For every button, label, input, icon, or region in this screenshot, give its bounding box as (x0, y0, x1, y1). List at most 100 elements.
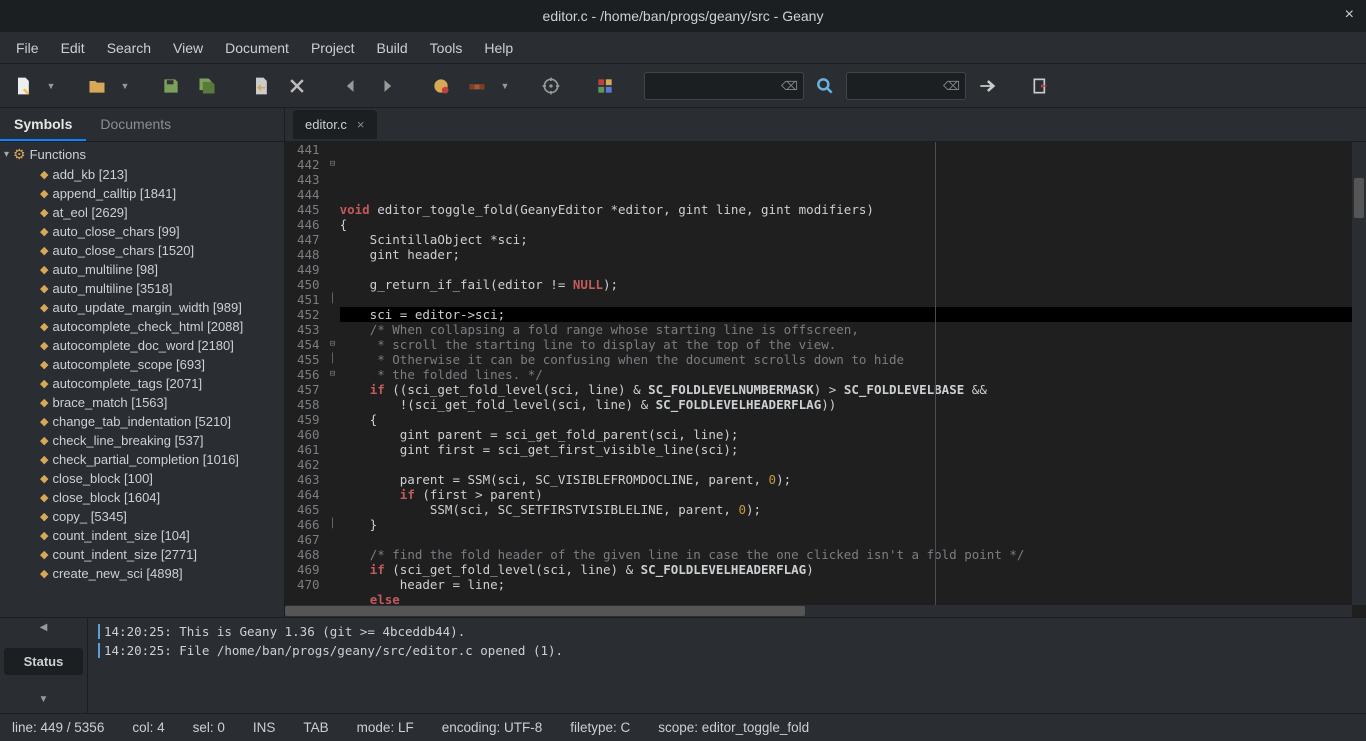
symbol-label: check_partial_completion [1016] (52, 452, 238, 467)
file-tab-editor-c[interactable]: editor.c × (293, 110, 377, 139)
code-editor[interactable]: 4414424434444454464474484494504514524534… (285, 142, 1366, 617)
build-dropdown[interactable]: ▼ (498, 71, 512, 101)
msg-scroll-left-icon[interactable]: ◀ (4, 622, 83, 633)
tree-category-functions[interactable]: ▾ ⚙ Functions (0, 144, 284, 165)
symbol-item[interactable]: ◆auto_close_chars [1520] (0, 241, 284, 260)
new-file-button[interactable] (8, 71, 38, 101)
compile-button[interactable] (426, 71, 456, 101)
symbol-item[interactable]: ◆close_block [1604] (0, 488, 284, 507)
goto-clear-icon[interactable]: ⌫ (943, 79, 960, 93)
symbol-label: autocomplete_tags [2071] (52, 376, 202, 391)
tree-root-label: Functions (30, 147, 86, 162)
symbol-label: count_indent_size [2771] (52, 547, 197, 562)
symbol-item[interactable]: ◆close_block [100] (0, 469, 284, 488)
symbol-item[interactable]: ◆change_tab_indentation [5210] (0, 412, 284, 431)
build-button[interactable] (462, 71, 492, 101)
search-input[interactable] (644, 72, 804, 100)
status-filetype: filetype: C (570, 720, 630, 735)
symbol-label: autocomplete_scope [693] (52, 357, 205, 372)
new-file-dropdown[interactable]: ▼ (44, 71, 58, 101)
goto-field-wrap: ⌫ (846, 72, 966, 100)
symbol-item[interactable]: ◆copy_ [5345] (0, 507, 284, 526)
symbol-label: auto_multiline [3518] (52, 281, 172, 296)
menu-document[interactable]: Document (215, 34, 299, 62)
code-content[interactable]: void editor_toggle_fold(GeanyEditor *edi… (340, 142, 1366, 617)
vertical-scrollbar[interactable] (1352, 142, 1366, 605)
color-chooser-button[interactable] (590, 71, 620, 101)
symbol-label: auto_multiline [98] (52, 262, 158, 277)
symbol-item[interactable]: ◆ check_partial_completion [1016] (0, 450, 284, 469)
window-close-button[interactable]: × (1345, 6, 1354, 24)
symbol-item[interactable]: ◆count_indent_size [104] (0, 526, 284, 545)
symbol-item[interactable]: ◆brace_match [1563] (0, 393, 284, 412)
symbol-label: at_eol [2629] (52, 205, 127, 220)
status-sel: sel: 0 (193, 720, 225, 735)
status-col: col: 4 (132, 720, 164, 735)
open-file-button[interactable] (82, 71, 112, 101)
symbol-item[interactable]: ◆auto_multiline [3518] (0, 279, 284, 298)
hscroll-thumb[interactable] (285, 606, 805, 616)
function-icon: ◆ (40, 187, 48, 200)
function-icon: ◆ (40, 358, 48, 371)
edge-line-marker (935, 142, 936, 617)
menu-edit[interactable]: Edit (51, 34, 95, 62)
menu-tools[interactable]: Tools (420, 34, 473, 62)
nav-forward-button[interactable] (372, 71, 402, 101)
fold-column[interactable]: ⊟│⊟│⊟│ (326, 142, 340, 617)
quit-button[interactable] (1026, 71, 1056, 101)
function-icon: ◆ (40, 567, 48, 580)
symbol-label: close_block [100] (52, 471, 152, 486)
menu-view[interactable]: View (163, 34, 213, 62)
vscroll-thumb[interactable] (1354, 178, 1364, 218)
close-file-button[interactable] (282, 71, 312, 101)
menu-build[interactable]: Build (367, 34, 418, 62)
message-body[interactable]: 14:20:25: This is Geany 1.36 (git >= 4bc… (88, 618, 1366, 713)
symbol-item[interactable]: ◆auto_update_margin_width [989] (0, 298, 284, 317)
function-icon: ◆ (40, 206, 48, 219)
revert-button[interactable] (246, 71, 276, 101)
function-group-icon: ⚙ (13, 146, 26, 163)
menu-bar: File Edit Search View Document Project B… (0, 32, 1366, 64)
function-icon: ◆ (40, 453, 48, 466)
message-tab-dropdown[interactable]: ▼ (4, 690, 83, 709)
menu-project[interactable]: Project (301, 34, 365, 62)
symbol-item[interactable]: ◆autocomplete_check_html [2088] (0, 317, 284, 336)
nav-back-button[interactable] (336, 71, 366, 101)
save-all-button[interactable] (192, 71, 222, 101)
symbol-item[interactable]: ◆ count_indent_size [2771] (0, 545, 284, 564)
symbol-item[interactable]: ◆add_kb [213] (0, 165, 284, 184)
line-number-gutter: 4414424434444454464474484494504514524534… (285, 142, 326, 617)
symbol-item[interactable]: ◆auto_close_chars [99] (0, 222, 284, 241)
symbol-item[interactable]: ◆check_line_breaking [537] (0, 431, 284, 450)
symbol-item[interactable]: ◆ autocomplete_tags [2071] (0, 374, 284, 393)
search-clear-icon[interactable]: ⌫ (781, 79, 798, 93)
function-icon: ◆ (40, 510, 48, 523)
toolbar: ▼ ▼ ▼ ⌫ ⌫ (0, 64, 1366, 108)
status-message: 14:20:25: File /home/ban/progs/geany/src… (98, 643, 1356, 658)
symbol-item[interactable]: ◆auto_multiline [98] (0, 260, 284, 279)
file-tab-close-icon[interactable]: × (357, 117, 365, 132)
menu-file[interactable]: File (6, 34, 49, 62)
search-button[interactable] (810, 71, 840, 101)
sidebar-tab-documents[interactable]: Documents (86, 108, 185, 141)
menu-search[interactable]: Search (97, 34, 161, 62)
menu-help[interactable]: Help (474, 34, 523, 62)
symbol-item[interactable]: ◆append_calltip [1841] (0, 184, 284, 203)
message-tab-status[interactable]: Status (4, 648, 83, 675)
open-recent-dropdown[interactable]: ▼ (118, 71, 132, 101)
symbol-item[interactable]: ◆ autocomplete_scope [693] (0, 355, 284, 374)
symbol-item[interactable]: ◆create_new_sci [4898] (0, 564, 284, 583)
symbol-item[interactable]: ◆autocomplete_doc_word [2180] (0, 336, 284, 355)
function-icon: ◆ (40, 415, 48, 428)
status-ins: INS (253, 720, 276, 735)
symbol-label: check_line_breaking [537] (52, 433, 203, 448)
sidebar-tab-symbols[interactable]: Symbols (0, 108, 86, 141)
symbol-tree[interactable]: ▾ ⚙ Functions ◆add_kb [213]◆append_callt… (0, 142, 284, 617)
goto-button[interactable] (972, 71, 1002, 101)
function-icon: ◆ (40, 548, 48, 561)
run-button[interactable] (536, 71, 566, 101)
save-button[interactable] (156, 71, 186, 101)
symbol-item[interactable]: ◆ at_eol [2629] (0, 203, 284, 222)
function-icon: ◆ (40, 377, 48, 390)
horizontal-scrollbar[interactable] (285, 605, 1352, 617)
